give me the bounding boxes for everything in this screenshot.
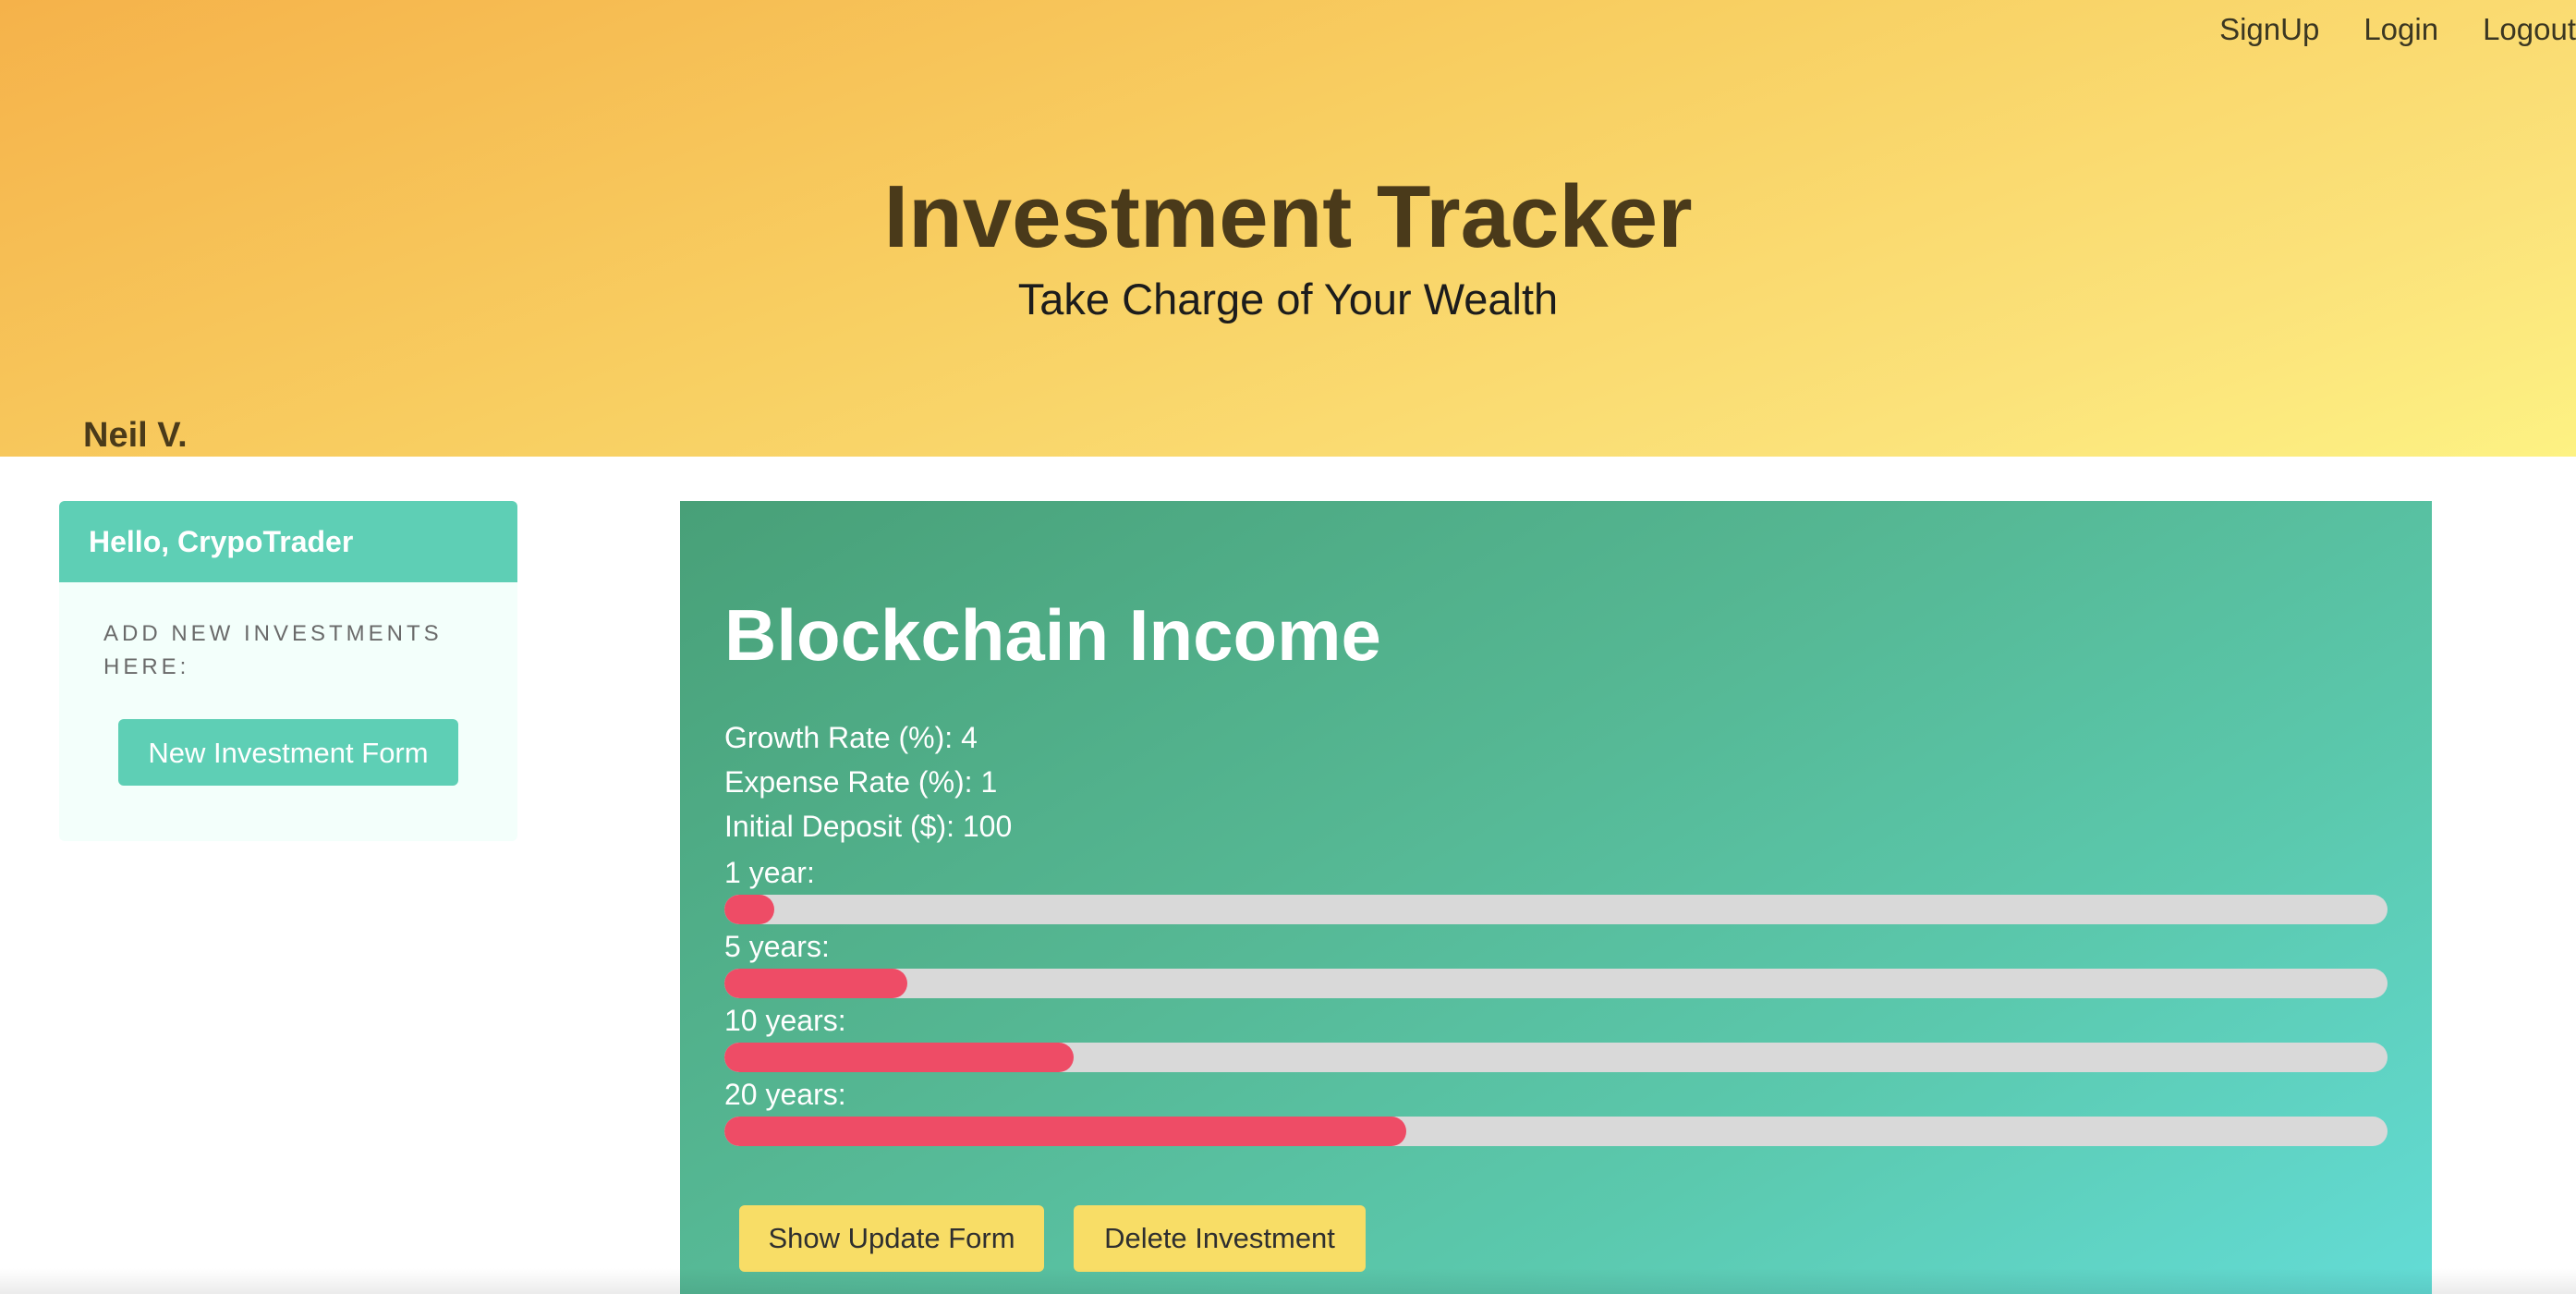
nav-login-link[interactable]: Login — [2363, 11, 2438, 48]
page-title: Investment Tracker — [883, 167, 1693, 266]
projection-fill-20-years — [724, 1117, 1406, 1146]
sidebar-caption: ADD NEW INVESTMENTS HERE: — [103, 621, 443, 679]
projection-fill-5-years — [724, 969, 907, 998]
expense-rate: Expense Rate (%): 1 — [724, 765, 998, 799]
sidebar-greeting: Hello, CrypoTrader — [59, 501, 517, 582]
growth-rate: Growth Rate (%): 4 — [724, 721, 978, 754]
nav-signup-link[interactable]: SignUp — [2219, 11, 2319, 48]
user-name: Neil V. — [83, 416, 188, 455]
sidebar-panel: Hello, CrypoTrader ADD NEW INVESTMENTS H… — [59, 501, 517, 841]
top-nav: SignUp Login Logout — [2219, 11, 2576, 48]
projection-bar-1-year — [724, 895, 2388, 924]
investment-card: Blockchain Income Growth Rate (%): 4 Exp… — [680, 501, 2432, 1294]
projection-fill-1-year — [724, 895, 774, 924]
projection-fill-10-years — [724, 1043, 1074, 1072]
projection-bar-5-years — [724, 969, 2388, 998]
initial-deposit: Initial Deposit ($): 100 — [724, 810, 1013, 843]
investment-title: Blockchain Income — [724, 594, 1381, 676]
projection-label-1-year: 1 year: — [724, 856, 815, 889]
hero-banner: SignUp Login Logout Investment Tracker T… — [0, 0, 2576, 457]
new-investment-form-button[interactable]: New Investment Form — [118, 719, 458, 786]
nav-logout-link[interactable]: Logout — [2483, 11, 2576, 48]
delete-investment-button[interactable]: Delete Investment — [1074, 1205, 1366, 1272]
show-update-form-button[interactable]: Show Update Form — [739, 1205, 1044, 1272]
page-subtitle: Take Charge of Your Wealth — [1017, 275, 1559, 324]
projection-label-10-years: 10 years: — [724, 1004, 846, 1037]
projection-label-20-years: 20 years: — [724, 1078, 846, 1111]
projection-bar-20-years — [724, 1117, 2388, 1146]
projection-bar-10-years — [724, 1043, 2388, 1072]
projection-label-5-years: 5 years: — [724, 930, 830, 963]
